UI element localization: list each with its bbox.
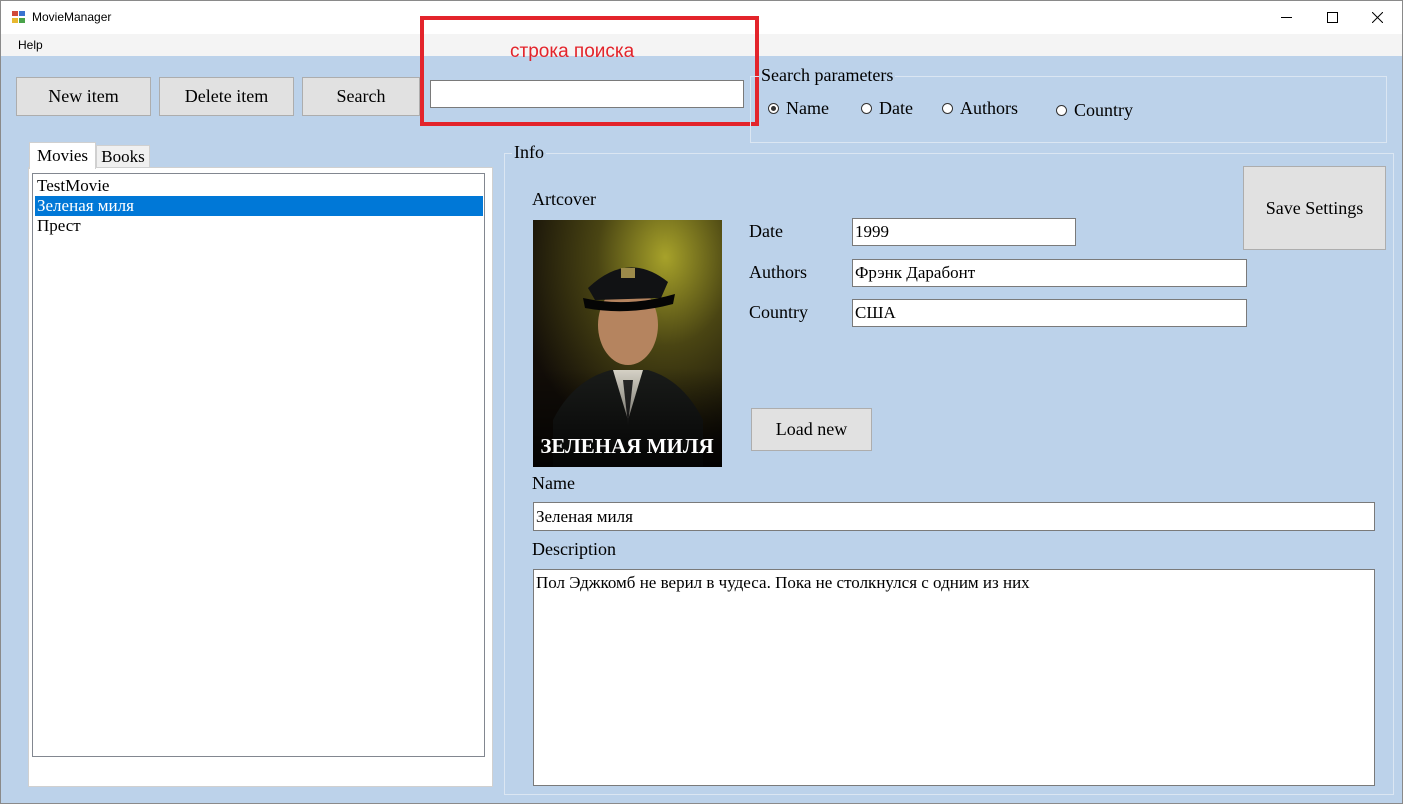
radio-country-indicator: [1056, 105, 1067, 116]
minimize-button[interactable]: [1263, 1, 1309, 34]
close-button[interactable]: [1355, 1, 1401, 34]
search-button[interactable]: Search: [302, 77, 420, 116]
radio-date-label: Date: [879, 98, 913, 118]
radio-country[interactable]: Country: [1056, 100, 1133, 121]
authors-field[interactable]: [852, 259, 1247, 287]
annotation-label: строка поиска: [510, 41, 635, 62]
radio-date[interactable]: Date: [861, 98, 913, 119]
annotation-highlight-box: [420, 16, 759, 126]
poster-title: ЗЕЛЕНАЯ МИЛЯ: [540, 434, 713, 458]
minimize-icon: [1281, 17, 1292, 18]
radio-country-label: Country: [1074, 100, 1134, 120]
new-item-button[interactable]: New item: [16, 77, 151, 116]
load-new-button[interactable]: Load new: [751, 408, 872, 451]
artcover-image: ЗЕЛЕНАЯ МИЛЯ: [533, 220, 722, 467]
close-icon: [1372, 12, 1383, 23]
artcover-label: Artcover: [532, 189, 596, 209]
delete-item-button[interactable]: Delete item: [159, 77, 294, 116]
radio-authors-label: Authors: [960, 98, 1018, 118]
radio-name-label: Name: [786, 98, 829, 118]
name-label: Name: [532, 473, 575, 493]
maximize-icon: [1327, 12, 1338, 23]
list-item-selected[interactable]: Зеленая миля: [35, 196, 483, 216]
app-icon: [12, 11, 26, 24]
radio-name-indicator: [768, 103, 779, 114]
tab-movies[interactable]: Movies: [29, 142, 96, 169]
maximize-button[interactable]: [1309, 1, 1355, 34]
tab-books[interactable]: Books: [96, 145, 150, 168]
description-label: Description: [532, 539, 616, 559]
search-parameters-title: Search parameters: [759, 65, 896, 86]
radio-authors-indicator: [942, 103, 953, 114]
authors-label: Authors: [749, 262, 807, 282]
movies-listbox[interactable]: TestMovie Зеленая миля Прест: [32, 173, 485, 757]
country-label: Country: [749, 302, 809, 322]
poster-illustration: ЗЕЛЕНАЯ МИЛЯ: [533, 220, 722, 467]
save-settings-button[interactable]: Save Settings: [1243, 166, 1386, 250]
window-title: MovieManager: [32, 10, 112, 24]
date-label: Date: [749, 221, 783, 241]
menu-help[interactable]: Help: [18, 38, 43, 52]
date-field[interactable]: [852, 218, 1076, 246]
list-item[interactable]: TestMovie: [35, 176, 483, 196]
radio-authors[interactable]: Authors: [942, 98, 1018, 119]
list-item[interactable]: Прест: [35, 216, 483, 236]
radio-date-indicator: [861, 103, 872, 114]
app-window: MovieManager Help New item Delete item S…: [0, 0, 1403, 804]
country-field[interactable]: [852, 299, 1247, 327]
description-field[interactable]: Пол Эджкомб не верил в чудеса. Пока не с…: [533, 569, 1375, 786]
radio-name[interactable]: Name: [768, 98, 829, 119]
info-title: Info: [512, 142, 546, 163]
name-field[interactable]: [533, 502, 1375, 531]
